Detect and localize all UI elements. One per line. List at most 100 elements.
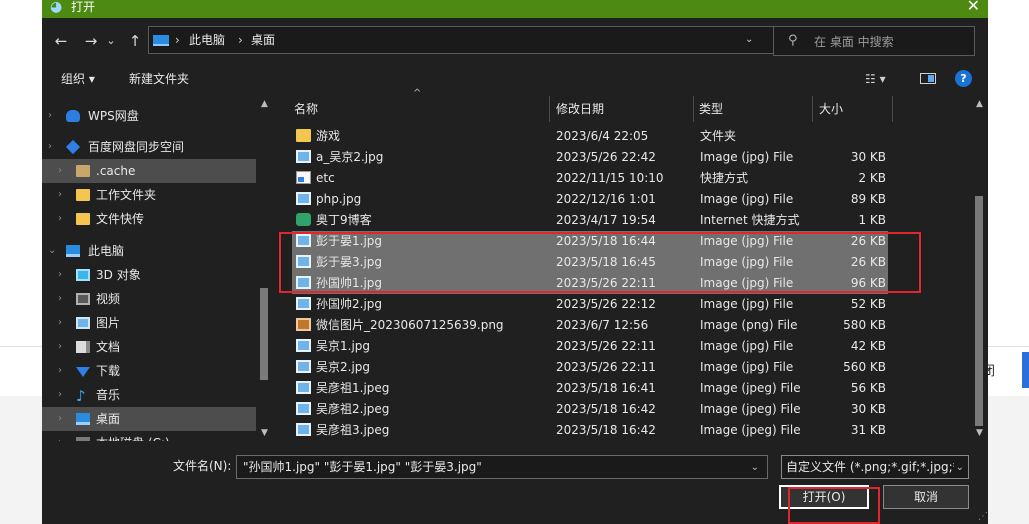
search-box[interactable]: ⚲ 在 桌面 中搜索 [773, 26, 975, 56]
view-options-icon[interactable]: ☷ ▾ [865, 70, 886, 88]
column-divider[interactable] [812, 96, 813, 122]
organize-menu[interactable]: 组织 ▾ [61, 70, 95, 88]
column-header-name[interactable]: 名称 [294, 96, 318, 122]
expand-chevron-icon[interactable]: › [58, 183, 62, 207]
up-arrow-icon[interactable]: ↑ [126, 30, 144, 52]
file-row[interactable]: 奥丁9博客 2023/4/17 19:54 Internet 快捷方式 1 KB [292, 210, 888, 231]
sidebar-item-desktop[interactable]: › 桌面 [42, 407, 256, 431]
sidebar-item-label: 下载 [96, 364, 121, 378]
column-divider[interactable] [693, 96, 694, 122]
image-file-icon [296, 192, 311, 205]
list-scroll-down-icon[interactable]: ▼ [976, 428, 983, 438]
internet-shortcut-icon [296, 213, 311, 226]
sidebar-item-local-disk-c[interactable]: › 本地磁盘 (C:) [42, 431, 256, 441]
file-date: 2023/6/4 22:05 [556, 129, 649, 143]
file-row-selected[interactable]: 彭于晏3.jpg 2023/5/18 16:45 Image (jpg) Fil… [292, 252, 888, 273]
file-type: Image (jpg) File [700, 150, 794, 164]
file-row[interactable]: a_吴京2.jpg 2023/5/26 22:42 Image (jpg) Fi… [292, 147, 888, 168]
cancel-button[interactable]: 取消 [883, 485, 969, 509]
file-type: Image (jpeg) File [700, 423, 801, 437]
sidebar-item-this-pc[interactable]: ⌄ 此电脑 [42, 239, 256, 263]
breadcrumb-separator: › [175, 33, 180, 47]
sidebar-item-baidu-sync[interactable]: › 百度网盘同步空间 [42, 135, 256, 159]
breadcrumb-desktop[interactable]: 桌面 [251, 32, 275, 48]
expand-chevron-icon[interactable]: › [58, 335, 62, 359]
file-type-filter-select[interactable]: 自定义文件 (*.png;*.gif;*.jpg;* ⌄ [781, 455, 969, 479]
expand-chevron-icon[interactable]: › [58, 431, 62, 441]
sidebar-item-cache[interactable]: › .cache [42, 159, 256, 183]
file-row[interactable]: php.jpg 2022/12/16 1:01 Image (jpg) File… [292, 189, 888, 210]
recent-locations-chevron-icon[interactable]: ⌄ [106, 30, 116, 52]
expand-chevron-icon[interactable]: › [58, 207, 62, 231]
close-icon[interactable]: ✕ [967, 0, 980, 15]
sidebar-item-videos[interactable]: › 视频 [42, 287, 256, 311]
file-row[interactable]: 孙国帅2.jpg 2023/5/26 22:12 Image (jpg) Fil… [292, 294, 888, 315]
expand-chevron-icon[interactable]: › [58, 383, 62, 407]
filename-input[interactable]: "孙国帅1.jpg" "彭于晏1.jpg" "彭于晏3.jpg" ⌄ [236, 455, 768, 479]
expand-chevron-icon[interactable]: ⌄ [48, 239, 56, 263]
expand-chevron-icon[interactable]: › [58, 159, 62, 183]
sidebar-item-work-folder[interactable]: › 工作文件夹 [42, 183, 256, 207]
address-dropdown-chevron-icon[interactable]: ⌄ [745, 32, 753, 48]
expand-chevron-icon[interactable]: › [58, 263, 62, 287]
resize-grip-icon[interactable]: ⋰ [978, 512, 988, 522]
column-header-size[interactable]: 大小 [819, 96, 843, 122]
open-file-dialog: ◕ 打开 ✕ ← → ⌄ ↑ › 此电脑 › 桌面 ⌄ ↻ ⚲ 在 桌面 中搜索… [42, 0, 988, 524]
open-button[interactable]: 打开(O) [779, 485, 869, 509]
sidebar-scroll-down-icon[interactable]: ▼ [261, 428, 268, 438]
new-folder-button[interactable]: 新建文件夹 [129, 70, 189, 88]
sidebar-item-3d-objects[interactable]: › 3D 对象 [42, 263, 256, 287]
file-row[interactable]: etc 2022/11/15 10:10 快捷方式 2 KB [292, 168, 888, 189]
sidebar-item-pictures[interactable]: › 图片 [42, 311, 256, 335]
breadcrumb-this-pc[interactable]: 此电脑 [189, 32, 225, 48]
list-scrollbar-thumb[interactable] [975, 196, 983, 426]
back-arrow-icon[interactable]: ← [52, 30, 70, 52]
expand-chevron-icon[interactable]: › [58, 407, 62, 431]
address-bar[interactable]: › 此电脑 › 桌面 ⌄ ↻ [148, 26, 803, 54]
file-name: 微信图片_20230607125639.png [316, 318, 504, 332]
column-divider[interactable] [549, 96, 550, 122]
help-icon[interactable]: ? [955, 70, 972, 87]
file-type: Image (jpg) File [700, 234, 794, 248]
file-row[interactable]: 游戏 2023/6/4 22:05 文件夹 [292, 126, 888, 147]
column-divider[interactable] [892, 96, 893, 122]
column-header-date[interactable]: 修改日期 [556, 96, 604, 122]
expand-chevron-icon[interactable]: › [48, 135, 52, 159]
sidebar-item-label: 音乐 [96, 388, 121, 402]
sidebar-scroll-up-icon[interactable]: ▲ [261, 99, 268, 109]
sidebar-item-documents[interactable]: › 文档 [42, 335, 256, 359]
file-row[interactable]: 吴京2.jpg 2023/5/26 22:11 Image (jpg) File… [292, 357, 888, 378]
documents-icon [76, 341, 90, 353]
file-size: 1 KB [858, 213, 886, 227]
file-row[interactable]: 吴彦祖2.jpeg 2023/5/18 16:42 Image (jpeg) F… [292, 399, 888, 420]
column-header-type[interactable]: 类型 [699, 96, 723, 122]
expand-chevron-icon[interactable]: › [58, 311, 62, 335]
file-row-selected[interactable]: 孙国帅1.jpg 2023/5/26 22:11 Image (jpg) Fil… [292, 273, 888, 294]
file-row[interactable]: 微信图片_20230607125639.png 2023/6/7 12:56 I… [292, 315, 888, 336]
file-row[interactable]: 吴彦祖1.jpeg 2023/5/18 16:41 Image (jpeg) F… [292, 378, 888, 399]
file-row[interactable]: 吴彦祖3.jpeg 2023/5/18 16:42 Image (jpeg) F… [292, 420, 888, 441]
sidebar-item-downloads[interactable]: › 下载 [42, 359, 256, 383]
sidebar-item-music[interactable]: › 音乐 [42, 383, 256, 408]
expand-chevron-icon[interactable]: › [48, 104, 52, 128]
video-icon [76, 293, 90, 305]
forward-arrow-icon[interactable]: → [82, 30, 100, 52]
sidebar-item-label: 桌面 [96, 412, 121, 426]
sidebar-item-file-transfer[interactable]: › 文件快传 [42, 207, 256, 231]
preview-pane-icon[interactable] [920, 73, 936, 84]
file-row[interactable]: 吴京1.jpg 2023/5/26 22:11 Image (jpg) File… [292, 336, 888, 357]
file-row-selected[interactable]: 彭于晏1.jpg 2023/5/18 16:44 Image (jpg) Fil… [292, 231, 888, 252]
file-date: 2023/5/18 16:42 [556, 423, 656, 437]
sidebar-scrollbar-thumb[interactable] [260, 288, 268, 380]
filename-dropdown-chevron-icon[interactable]: ⌄ [751, 460, 759, 476]
file-type: Image (jpg) File [700, 192, 794, 206]
expand-chevron-icon[interactable]: › [58, 359, 62, 383]
sidebar-item-wps-cloud[interactable]: › WPS网盘 [42, 104, 256, 128]
list-scroll-up-icon[interactable]: ▲ [976, 99, 983, 109]
download-icon [76, 367, 90, 377]
expand-chevron-icon[interactable]: › [58, 287, 62, 311]
background-close-button[interactable]: 闭 [982, 352, 1022, 392]
file-type: Image (jpg) File [700, 255, 794, 269]
file-name: 吴彦祖2.jpeg [316, 402, 390, 416]
filter-dropdown-chevron-icon[interactable]: ⌄ [953, 460, 964, 476]
